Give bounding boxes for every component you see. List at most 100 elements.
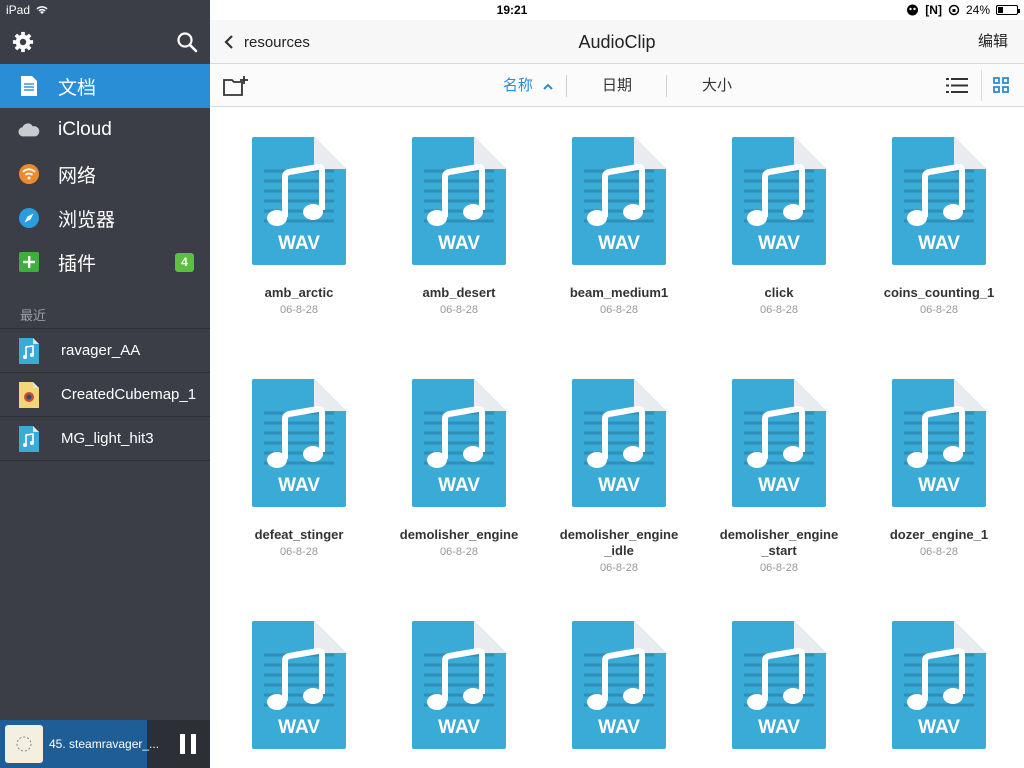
file-type-label: WAV <box>758 475 800 496</box>
file-item[interactable]: WAV beam_medium1 06-8-28 <box>544 137 694 316</box>
file-item[interactable]: WAV demolisher_engine _start 06-8-28 <box>704 379 854 574</box>
new-folder-icon[interactable] <box>223 75 248 97</box>
status-right: [N] 24% <box>906 3 1020 17</box>
status-time: 19:21 <box>496 3 528 17</box>
gear-icon[interactable] <box>12 31 34 53</box>
page-title: AudioClip <box>578 32 656 52</box>
image-file-icon <box>19 381 39 408</box>
sidebar-item-label: 网络 <box>58 165 97 187</box>
document-icon <box>18 75 40 97</box>
sidebar-item-browser[interactable]: 浏览器 <box>0 196 210 240</box>
cloud-icon <box>18 119 40 141</box>
album-art <box>5 725 43 763</box>
file-item[interactable]: WAV <box>864 621 1014 768</box>
file-item[interactable]: WAV demolisher_engine 06-8-28 <box>384 379 534 558</box>
file-item[interactable]: WAV amb_arctic 06-8-28 <box>224 137 374 316</box>
file-name: demolisher_engine _idle <box>559 527 679 558</box>
file-date: 06-8-28 <box>280 304 318 316</box>
file-type-label: WAV <box>278 475 320 496</box>
file-item[interactable]: WAV dozer_engine_1 06-8-28 <box>864 379 1014 558</box>
file-item[interactable]: WAV amb_desert 06-8-28 <box>384 137 534 316</box>
file-type-label: WAV <box>918 233 960 254</box>
recent-item[interactable]: ravager_AA <box>0 329 210 373</box>
file-date: 06-8-28 <box>440 304 478 316</box>
wav-file-icon: WAV <box>412 621 506 749</box>
grid-view-icon[interactable] <box>993 77 1009 93</box>
back-button[interactable]: resources <box>224 20 310 64</box>
file-date: 06-8-28 <box>280 546 318 558</box>
recent-item[interactable]: MG_light_hit3 <box>0 417 210 461</box>
file-name: dozer_engine_1 <box>889 527 989 542</box>
n-indicator: [N] <box>925 3 942 17</box>
file-type-label: WAV <box>598 717 640 738</box>
file-type-label: WAV <box>918 717 960 738</box>
file-item[interactable]: WAV click 06-8-28 <box>704 137 854 316</box>
wav-file-icon: WAV <box>252 137 346 265</box>
sort-by-date-button[interactable]: 日期 <box>582 64 652 107</box>
wav-file-icon: WAV <box>252 379 346 507</box>
compass-icon <box>18 207 40 229</box>
file-item[interactable]: WAV defeat_stinger 06-8-28 <box>224 379 374 558</box>
wav-file-icon: WAV <box>572 621 666 749</box>
wifi-icon <box>18 163 40 185</box>
sidebar-item-plugins[interactable]: 插件 4 <box>0 240 210 284</box>
sidebar-item-icloud[interactable]: iCloud <box>0 108 210 152</box>
recent-item-label: MG_light_hit3 <box>61 430 154 447</box>
disc-icon <box>16 736 32 752</box>
wav-file-icon: WAV <box>572 137 666 265</box>
file-item[interactable]: WAV <box>224 621 374 768</box>
file-type-label: WAV <box>598 475 640 496</box>
battery-fill <box>998 7 1004 13</box>
file-item[interactable]: WAV demolisher_engine _idle 06-8-28 <box>544 379 694 574</box>
file-name: beam_medium1 <box>569 285 669 300</box>
main-panel: resources AudioClip 编辑 名称 日期 大小 WAV amb_a… <box>210 0 1024 768</box>
file-name: click <box>764 285 794 300</box>
view-separator <box>981 70 982 101</box>
sidebar-item-documents[interactable]: 文档 <box>0 64 210 108</box>
back-label: resources <box>244 33 310 51</box>
file-type-label: WAV <box>598 233 640 254</box>
file-item[interactable]: WAV coins_counting_1 06-8-28 <box>864 137 1014 316</box>
file-date: 06-8-28 <box>760 562 798 574</box>
recent-item-label: ravager_AA <box>61 342 141 359</box>
wav-file-icon: WAV <box>252 621 346 749</box>
file-name: demolisher_engine <box>399 527 519 542</box>
wav-file-icon: WAV <box>412 137 506 265</box>
chevron-up-icon <box>543 83 553 90</box>
file-name: amb_desert <box>422 285 496 300</box>
sidebar-item-label: 浏览器 <box>58 209 116 231</box>
recent-item[interactable]: CreatedCubemap_1 <box>0 373 210 417</box>
file-item[interactable]: WAV <box>704 621 854 768</box>
file-date: 06-8-28 <box>920 546 958 558</box>
file-item[interactable]: WAV <box>384 621 534 768</box>
file-type-label: WAV <box>438 475 480 496</box>
file-item[interactable]: WAV <box>544 621 694 768</box>
list-view-icon[interactable] <box>946 77 968 94</box>
sidebar-nav: 文档 iCloud 网络 浏览器 插件 4 <box>0 64 210 284</box>
wav-file-icon: WAV <box>892 379 986 507</box>
battery-icon <box>996 5 1020 15</box>
sort-separator <box>666 75 667 97</box>
sort-by-size-button[interactable]: 大小 <box>682 64 752 107</box>
wav-file-icon: WAV <box>732 379 826 507</box>
wav-file-icon: WAV <box>892 621 986 749</box>
file-type-label: WAV <box>278 233 320 254</box>
sidebar-item-network[interactable]: 网络 <box>0 152 210 196</box>
edit-button[interactable]: 编辑 <box>978 20 1008 64</box>
sort-by-name-button[interactable]: 名称 <box>493 64 563 107</box>
wav-file-icon: WAV <box>732 137 826 265</box>
wifi-status-icon <box>36 6 48 14</box>
sidebar-item-label: 文档 <box>58 77 97 99</box>
file-date: 06-8-28 <box>600 562 638 574</box>
device-name: iPad <box>6 3 31 17</box>
sidebar-item-label: iCloud <box>58 119 112 140</box>
sort-name-label: 名称 <box>502 77 533 94</box>
now-playing-bar[interactable]: 45. steamravager_... <box>0 720 210 768</box>
audio-file-icon <box>19 337 39 364</box>
file-date: 06-8-28 <box>600 304 638 316</box>
rotation-lock-icon <box>948 4 960 16</box>
sidebar: 文档 iCloud 网络 浏览器 插件 4 最近 ravager_AA Crea… <box>0 0 210 768</box>
file-type-label: WAV <box>278 717 320 738</box>
pause-button[interactable] <box>180 734 196 754</box>
search-icon[interactable] <box>176 31 198 53</box>
